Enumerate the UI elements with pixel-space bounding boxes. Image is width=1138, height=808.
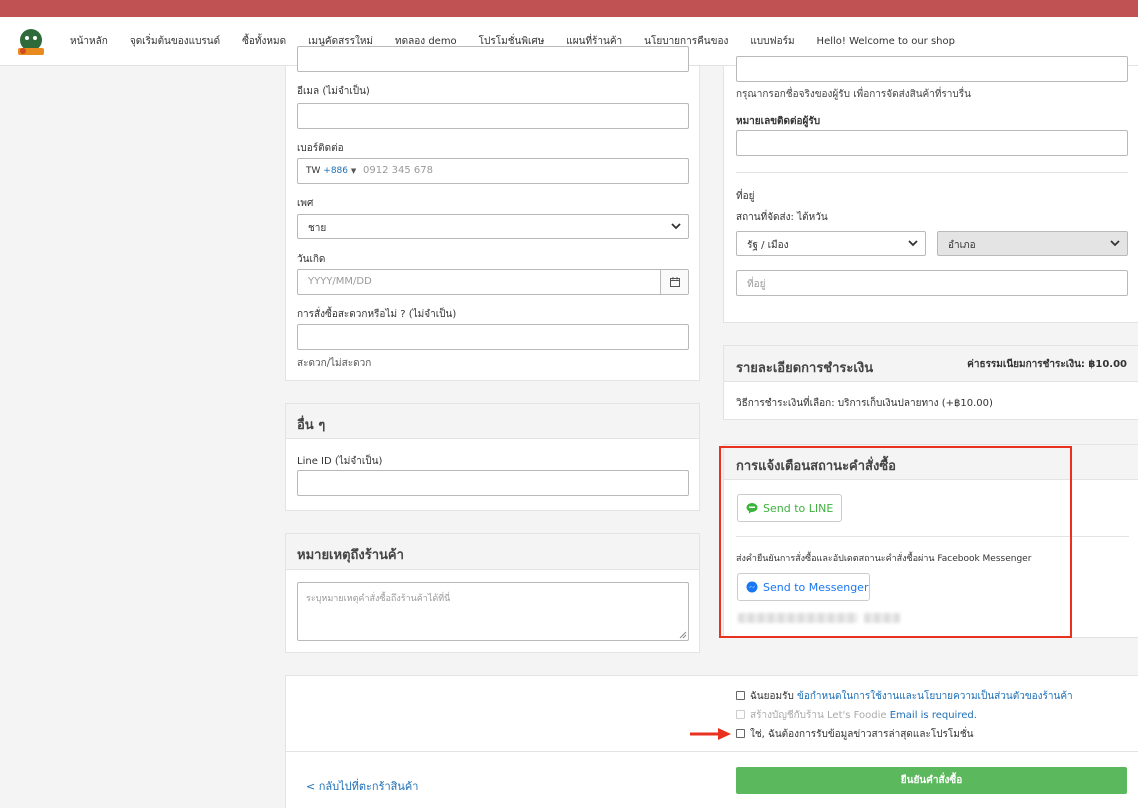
terms-text: ฉันยอมรับ ข้อกำหนดในการใช้งานและนโยบายคว…: [750, 689, 1073, 704]
name-field[interactable]: [297, 46, 689, 72]
birthday-placeholder: YYYY/MM/DD: [308, 276, 372, 287]
confirm-order-button[interactable]: ยืนยันคำสั่งซื้อ: [736, 767, 1127, 794]
arrow-icon: [690, 728, 731, 740]
convenient-label: การสั่งซื้อสะดวกหรือไม่ ? (ไม่จำเป็น): [297, 309, 457, 320]
divider: [736, 172, 1128, 173]
top-color-bar: [0, 0, 1138, 17]
address-label: ที่อยู่: [736, 191, 755, 202]
account-text: สร้างบัญชีกับร้าน Let's Foodie Email is …: [750, 708, 977, 723]
recipient-name-hint: กรุณากรอกชื่อจริงของผู้รับ เพื่อการจัดส่…: [736, 89, 971, 100]
shipping-place: สถานที่จัดส่ง: ไต้หวัน: [736, 212, 828, 223]
birthday-label: วันเกิด: [297, 254, 326, 265]
nav-item[interactable]: ซื้อทั้งหมด: [242, 34, 286, 49]
divider: [286, 751, 1138, 752]
phone-placeholder: 0912 345 678: [363, 165, 433, 176]
confirm-order-label: ยืนยันคำสั่งซื้อ: [900, 775, 963, 786]
nav-item[interactable]: หน้าหลัก: [70, 34, 108, 49]
gender-label: เพศ: [297, 198, 314, 209]
district-value: อำเภอ: [948, 240, 976, 251]
line-id-field[interactable]: [297, 470, 689, 496]
phone-label: เบอร์ติดต่อ: [297, 143, 344, 154]
note-textarea[interactable]: ระบุหมายเหตุคำสั่งซื้อถึงร้านค้าได้ที่นี…: [297, 582, 689, 641]
chevron-down-icon: [908, 240, 918, 247]
recipient-phone-label: หมายเลขติดต่อผู้รับ: [736, 116, 821, 127]
note-panel: หมายเหตุถึงร้านค้า ระบุหมายเหตุคำสั่งซื้…: [285, 533, 700, 653]
shop-logo[interactable]: [14, 26, 48, 58]
address-placeholder: ที่อยู่: [747, 279, 766, 290]
address-field[interactable]: ที่อยู่: [736, 270, 1128, 296]
customer-info-panel: อีเมล (ไม่จำเป็น) เบอร์ติดต่อ TW +886 ▼ …: [285, 46, 700, 381]
chevron-down-icon: ▼: [350, 167, 357, 175]
nav-item[interactable]: Hello! Welcome to our shop: [817, 36, 955, 47]
chevron-down-icon: [1110, 240, 1120, 247]
back-to-cart-link[interactable]: < กลับไปที่ตะกร้าสินค้า: [306, 777, 418, 795]
phone-field[interactable]: TW +886 ▼ 0912 345 678: [297, 158, 689, 184]
email-field[interactable]: [297, 103, 689, 129]
gender-select[interactable]: ชาย: [297, 214, 689, 239]
convenient-field[interactable]: [297, 324, 689, 350]
calendar-button[interactable]: [660, 270, 688, 294]
state-select[interactable]: รัฐ / เมือง: [736, 231, 926, 256]
district-select[interactable]: อำเภอ: [937, 231, 1128, 256]
phone-code: +886: [323, 166, 349, 176]
account-error: Email is required.: [889, 710, 977, 721]
line-id-label: Line ID (ไม่จำเป็น): [297, 456, 383, 467]
create-account-checkbox[interactable]: [736, 710, 745, 719]
terms-checkbox[interactable]: [736, 691, 745, 700]
terms-prefix: ฉันยอมรับ: [750, 691, 798, 702]
resize-handle-icon[interactable]: [679, 631, 687, 639]
account-label: สร้างบัญชีกับร้าน Let's Foodie: [750, 710, 890, 721]
payment-title: รายละเอียดการชำระเงิน: [736, 361, 874, 376]
payment-fee: ค่าธรรมเนียมการชำระเงิน: ฿10.00: [967, 359, 1127, 370]
email-label: อีเมล (ไม่จำเป็น): [297, 86, 370, 97]
other-title: อื่น ๆ: [297, 418, 326, 433]
nav-item[interactable]: แบบฟอร์ม: [750, 34, 794, 49]
other-header: [286, 404, 699, 439]
phone-country-selector[interactable]: TW +886 ▼: [306, 166, 356, 176]
phone-country: TW: [306, 166, 321, 176]
state-value: รัฐ / เมือง: [747, 240, 789, 251]
newsletter-text: ใช่, ฉันต้องการรับข้อมูลข่าวสารล่าสุดและ…: [750, 729, 974, 740]
note-title: หมายเหตุถึงร้านค้า: [297, 548, 404, 563]
newsletter-checkbox[interactable]: [736, 729, 745, 738]
gender-value: ชาย: [308, 223, 327, 234]
payment-method: วิธีการชำระเงินที่เลือก: บริการเก็บเงินป…: [736, 398, 993, 409]
recipient-phone-field[interactable]: [736, 130, 1128, 156]
recipient-panel: กรุณากรอกชื่อจริงของผู้รับ เพื่อการจัดส่…: [723, 56, 1138, 323]
convenient-hint: สะดวก/ไม่สะดวก: [297, 358, 372, 369]
highlight-box: [719, 446, 1072, 638]
note-placeholder: ระบุหมายเหตุคำสั่งซื้อถึงร้านค้าได้ที่นี…: [306, 594, 451, 604]
terms-link[interactable]: ข้อกำหนดในการใช้งานและนโยบายความเป็นส่วน…: [797, 691, 1073, 702]
payment-panel: รายละเอียดการชำระเงิน ค่าธรรมเนียมการชำร…: [723, 345, 1138, 420]
chevron-down-icon: [671, 223, 681, 230]
other-panel: อื่น ๆ Line ID (ไม่จำเป็น): [285, 403, 700, 511]
recipient-name-field[interactable]: [736, 56, 1128, 82]
nav-item[interactable]: จุดเริ่มต้นของแบรนด์: [130, 34, 220, 49]
calendar-icon: [670, 277, 680, 287]
birthday-field[interactable]: YYYY/MM/DD: [297, 269, 689, 295]
